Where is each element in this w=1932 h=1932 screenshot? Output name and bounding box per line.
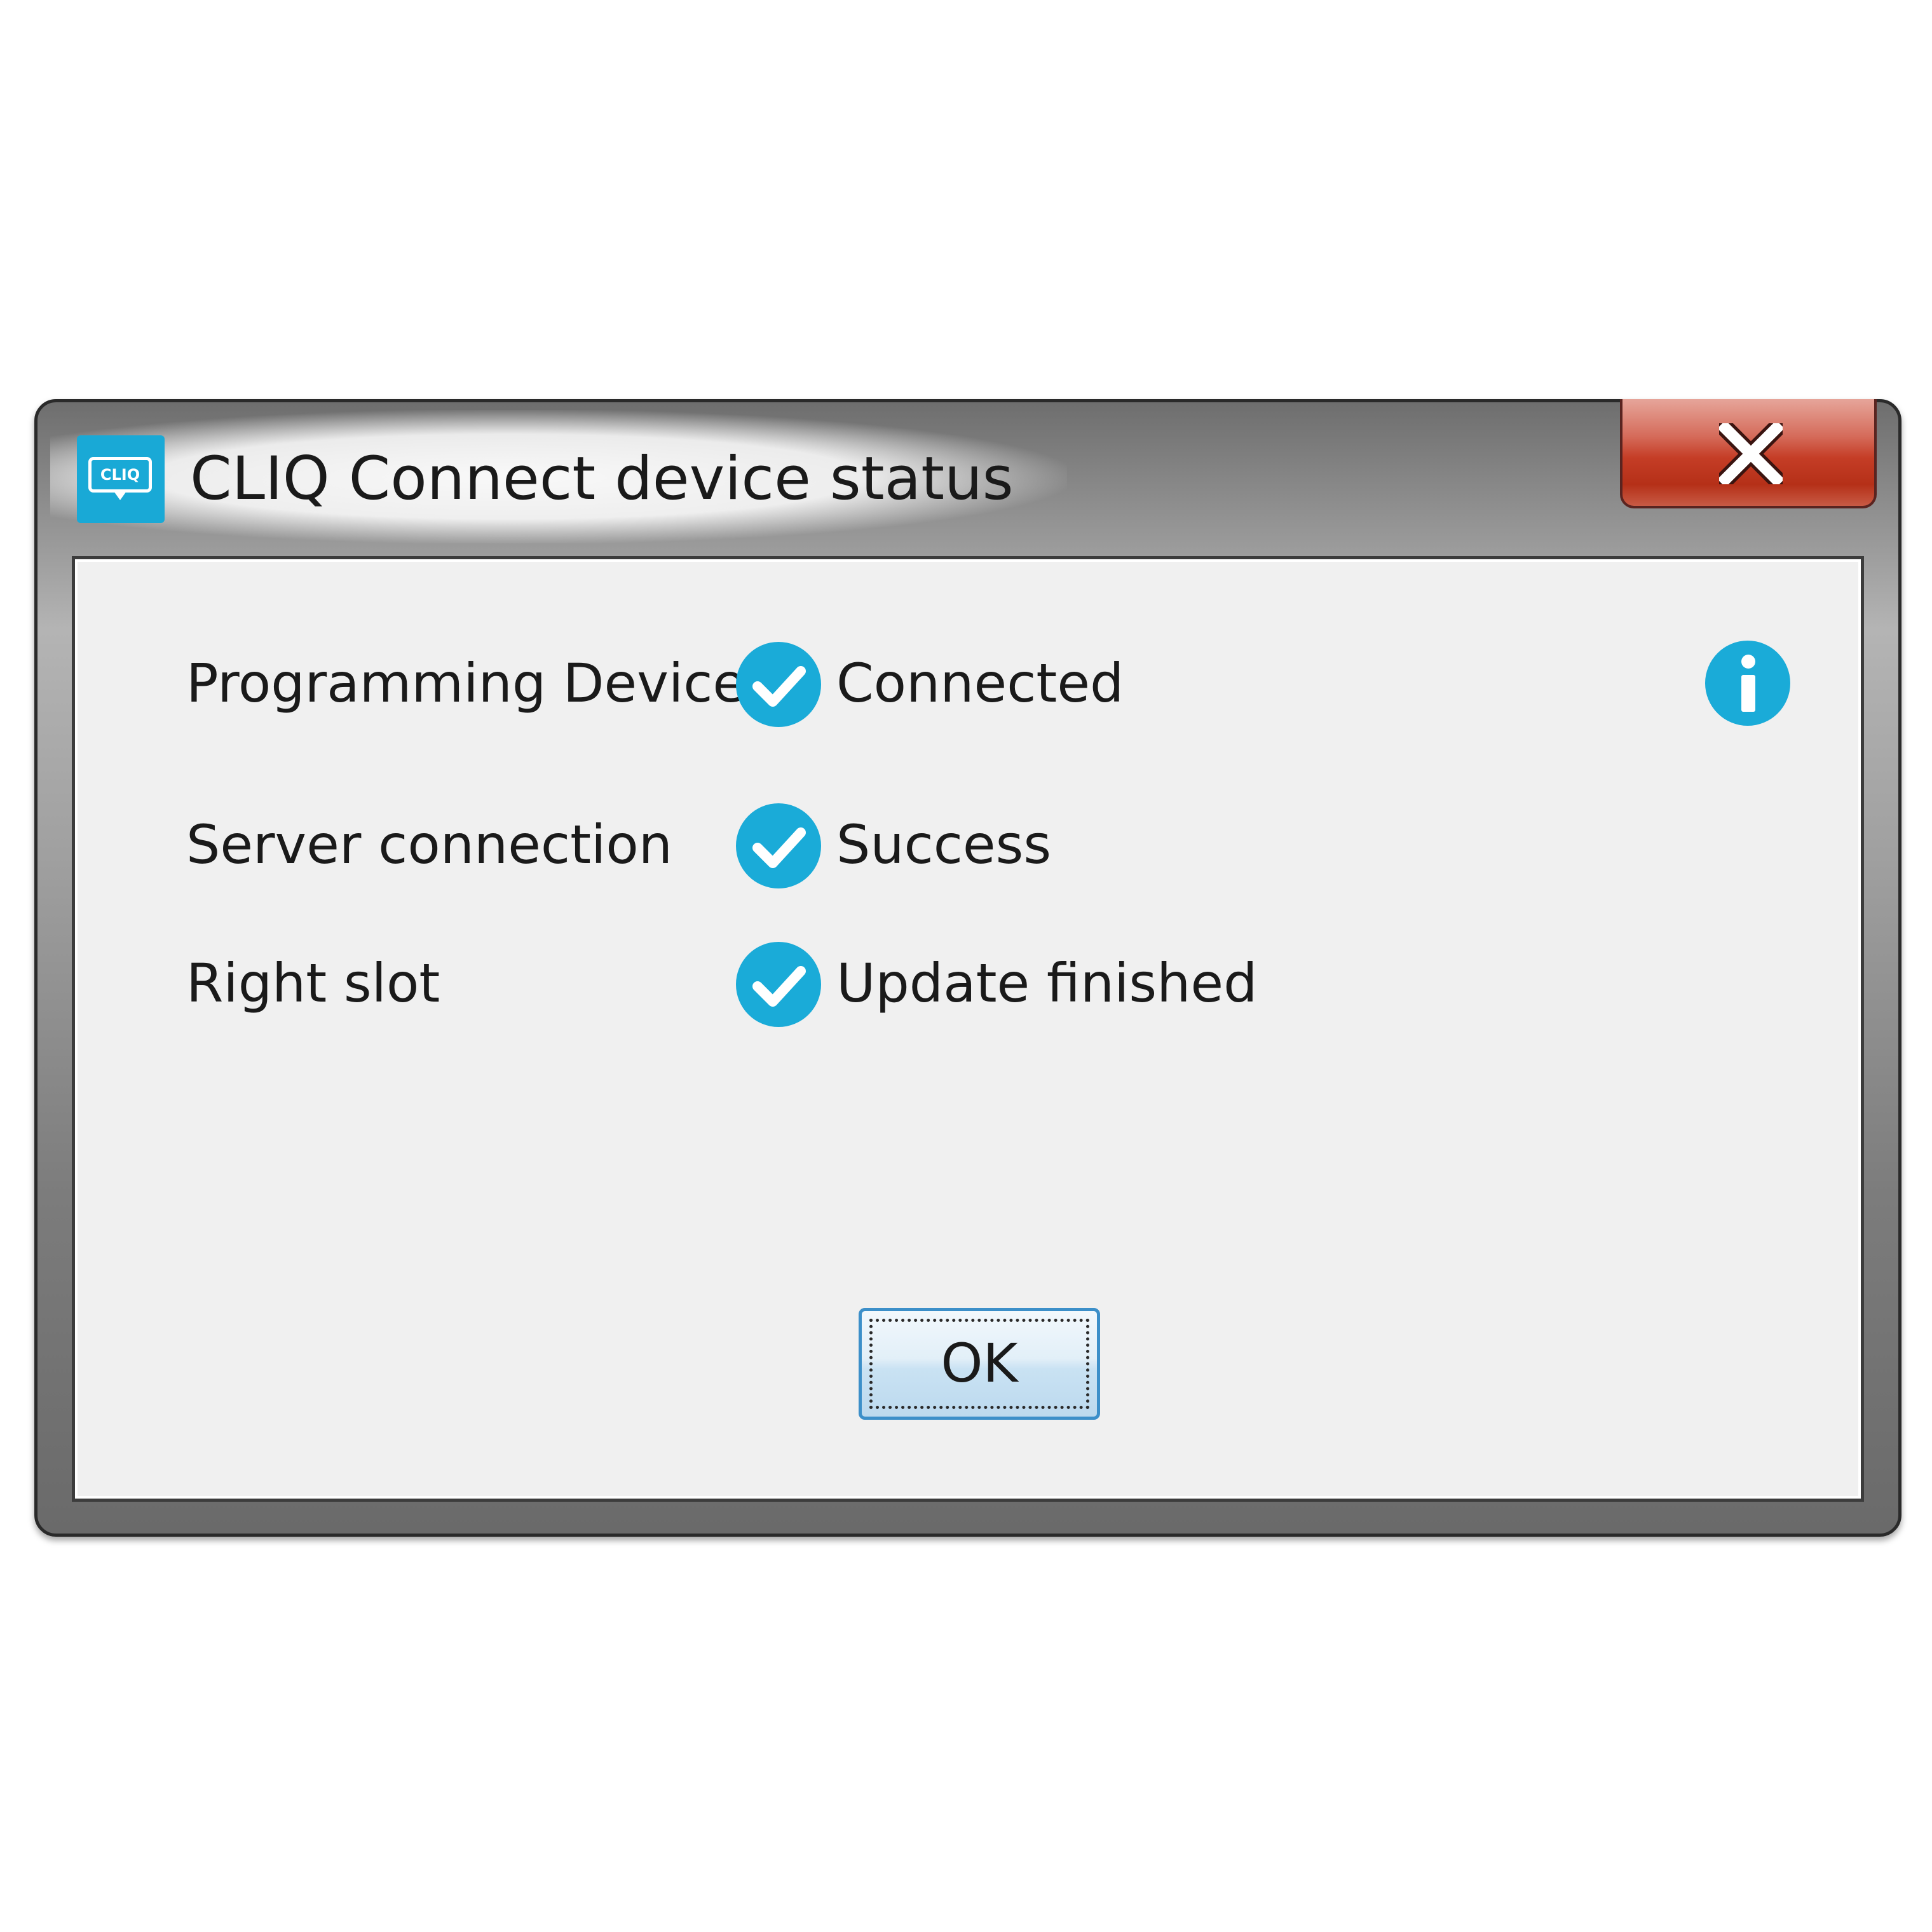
app-icon-bubble-tail (114, 491, 126, 500)
status-label-programming-device: Programming Device (186, 652, 746, 714)
status-label-right-slot: Right slot (186, 952, 440, 1014)
dialog-content: Programming Device Connected Server conn… (72, 556, 1864, 1502)
close-button[interactable] (1620, 399, 1877, 508)
status-value-server-connection: Success (836, 813, 1052, 876)
info-icon[interactable] (1705, 641, 1790, 726)
info-icon-dot (1741, 655, 1755, 669)
info-icon-bar (1741, 675, 1755, 712)
status-value-right-slot: Update finished (836, 952, 1258, 1014)
cliq-app-icon: CLIQ (77, 435, 165, 523)
ok-button[interactable]: OK (859, 1308, 1100, 1420)
status-value-programming-device: Connected (836, 652, 1124, 714)
check-circle-icon (736, 942, 821, 1027)
status-label-server-connection: Server connection (186, 813, 672, 876)
close-icon (1719, 423, 1783, 484)
window-title: CLIQ Connect device status (190, 444, 1014, 514)
check-circle-icon (736, 642, 821, 727)
dialog-window: CLIQ CLIQ Connect device status Programm… (34, 399, 1901, 1537)
ok-button-label: OK (941, 1332, 1018, 1394)
check-circle-icon (736, 803, 821, 888)
app-icon-label: CLIQ (88, 457, 152, 493)
